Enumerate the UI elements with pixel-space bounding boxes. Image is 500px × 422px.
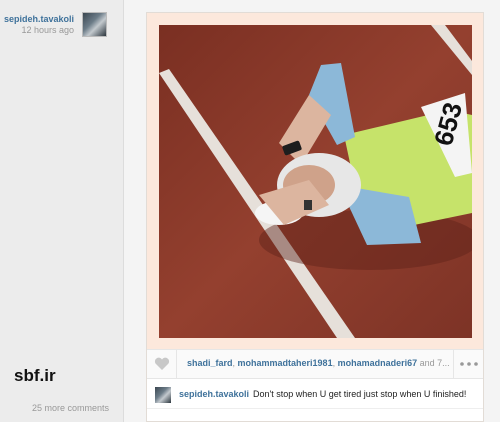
sidebar: sepideh.tavakoli 12 hours ago sbf.ir [0,0,124,422]
watermark-text: sbf.ir [14,366,56,385]
caption: sepideh.tavakoli Don't stop when U get ti… [179,389,466,399]
caption-row: sepideh.tavakoli Don't stop when U get ti… [147,379,483,409]
more-options-button[interactable] [453,350,483,378]
caption-body: Don't stop when U get tired just stop wh… [253,389,467,399]
likers-list: shadi_fard, mohammadtaheri1981, mohamadn… [187,358,449,368]
liker-link[interactable]: mohamadnaderi67 [338,358,418,368]
post-card: 653 shadi_fard, mohammadtaheri1981, moha… [146,12,484,422]
photo-frame: 653 [147,13,483,349]
caption-username[interactable]: sepideh.tavakoli [179,389,249,399]
post-photo-image: 653 [159,25,472,338]
liker-link[interactable]: mohammadtaheri1981 [238,358,333,368]
post-photo[interactable]: 653 [159,25,472,338]
caption-avatar[interactable] [155,387,171,403]
like-button[interactable] [147,350,177,378]
author-username[interactable]: sepideh.tavakoli [4,14,74,24]
post-timestamp[interactable]: 12 hours ago [21,25,74,35]
more-dots-icon [459,362,478,366]
liker-link[interactable]: shadi_fard [187,358,233,368]
author-avatar[interactable] [82,12,107,37]
more-likers-link[interactable]: and 7... [420,358,449,368]
heart-icon [154,357,169,370]
more-comments-link[interactable]: 25 more comments [32,403,109,413]
likes-bar: shadi_fard, mohammadtaheri1981, mohamadn… [147,349,483,379]
